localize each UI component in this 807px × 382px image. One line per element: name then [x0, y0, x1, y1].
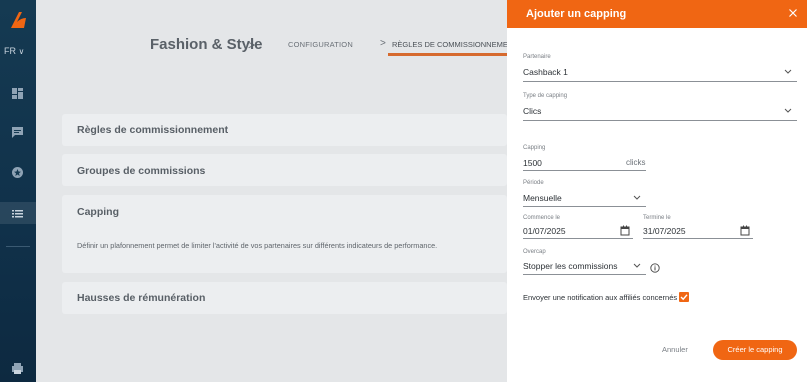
- tab-configuration[interactable]: CONFIGURATION: [288, 40, 353, 49]
- checkmark-icon: [680, 294, 688, 301]
- create-capping-button[interactable]: Créer le capping: [713, 340, 797, 360]
- chevron-down-icon[interactable]: [784, 108, 792, 114]
- type-label: Type de capping: [523, 93, 568, 99]
- capping-underline: [523, 170, 646, 171]
- chevron-down-icon[interactable]: [633, 263, 641, 269]
- overcap-underline: [523, 274, 646, 275]
- star-icon[interactable]: [11, 166, 24, 179]
- overcap-select[interactable]: Stopper les commissions: [523, 261, 617, 271]
- partenaire-underline: [523, 81, 797, 82]
- info-icon[interactable]: [650, 263, 660, 273]
- breadcrumb-separator: >: [380, 38, 386, 49]
- periode-select[interactable]: Mensuelle: [523, 193, 562, 203]
- notification-checkbox[interactable]: [679, 292, 689, 302]
- commence-underline: [523, 238, 633, 239]
- commence-label: Commence le: [523, 215, 561, 221]
- calendar-icon[interactable]: [740, 225, 750, 236]
- chevron-down-icon: ∨: [18, 47, 25, 56]
- panel-title: Ajouter un capping: [526, 8, 627, 20]
- close-icon[interactable]: [787, 7, 799, 19]
- overcap-label: Overcap: [523, 249, 546, 255]
- chevron-down-icon[interactable]: [633, 195, 641, 201]
- periode-underline: [523, 206, 646, 207]
- capping-suffix: clicks: [626, 158, 646, 167]
- sidebar: FR ∨: [0, 0, 36, 382]
- breadcrumb-separator: >: [248, 38, 256, 52]
- notification-label: Envoyer une notification aux affiliés co…: [523, 293, 678, 302]
- termine-underline: [643, 238, 753, 239]
- termine-date-input[interactable]: 31/07/2025: [643, 226, 686, 236]
- chevron-down-icon[interactable]: [784, 69, 792, 75]
- card-hausses[interactable]: Hausses de rémunération: [62, 282, 507, 314]
- panel-header: Ajouter un capping: [507, 0, 807, 28]
- page-title: Fashion & Style: [150, 36, 263, 53]
- capping-label: Capping: [523, 145, 546, 151]
- partenaire-label: Partenaire: [523, 54, 551, 60]
- card-title: Capping: [77, 206, 119, 218]
- type-select[interactable]: Clics: [523, 106, 541, 116]
- language-label: FR: [4, 46, 16, 56]
- logo-icon[interactable]: [7, 10, 29, 30]
- periode-label: Période: [523, 180, 544, 186]
- partenaire-select[interactable]: Cashback 1: [523, 67, 568, 77]
- card-title: Hausses de rémunération: [77, 292, 206, 304]
- chat-icon[interactable]: [11, 126, 24, 139]
- card-capping[interactable]: Capping Définir un plafonnement permet d…: [62, 195, 507, 273]
- card-regles[interactable]: Règles de commissionnement: [62, 114, 507, 146]
- type-underline: [523, 120, 797, 121]
- tab-regles-commissionnement[interactable]: RÈGLES DE COMMISSIONNEMENT: [392, 40, 518, 49]
- cancel-button[interactable]: Annuler: [662, 345, 688, 354]
- list-icon[interactable]: [11, 207, 24, 220]
- calendar-icon[interactable]: [620, 225, 630, 236]
- card-title: Groupes de commissions: [77, 165, 206, 177]
- card-title: Règles de commissionnement: [77, 124, 229, 136]
- dashboard-icon[interactable]: [11, 87, 24, 100]
- card-groupes[interactable]: Groupes de commissions: [62, 154, 507, 186]
- language-selector[interactable]: FR ∨: [4, 46, 24, 56]
- commence-date-input[interactable]: 01/07/2025: [523, 226, 566, 236]
- add-capping-panel: Ajouter un capping Partenaire Cashback 1…: [507, 0, 807, 382]
- sidebar-divider: [6, 246, 30, 247]
- capping-input[interactable]: 1500: [523, 158, 542, 168]
- printer-icon[interactable]: [11, 362, 24, 375]
- active-tab-indicator: [388, 53, 507, 56]
- card-description: Définir un plafonnement permet de limite…: [77, 241, 438, 250]
- termine-label: Termine le: [643, 215, 671, 221]
- main-content: Fashion & Style > CONFIGURATION > RÈGLES…: [36, 0, 518, 382]
